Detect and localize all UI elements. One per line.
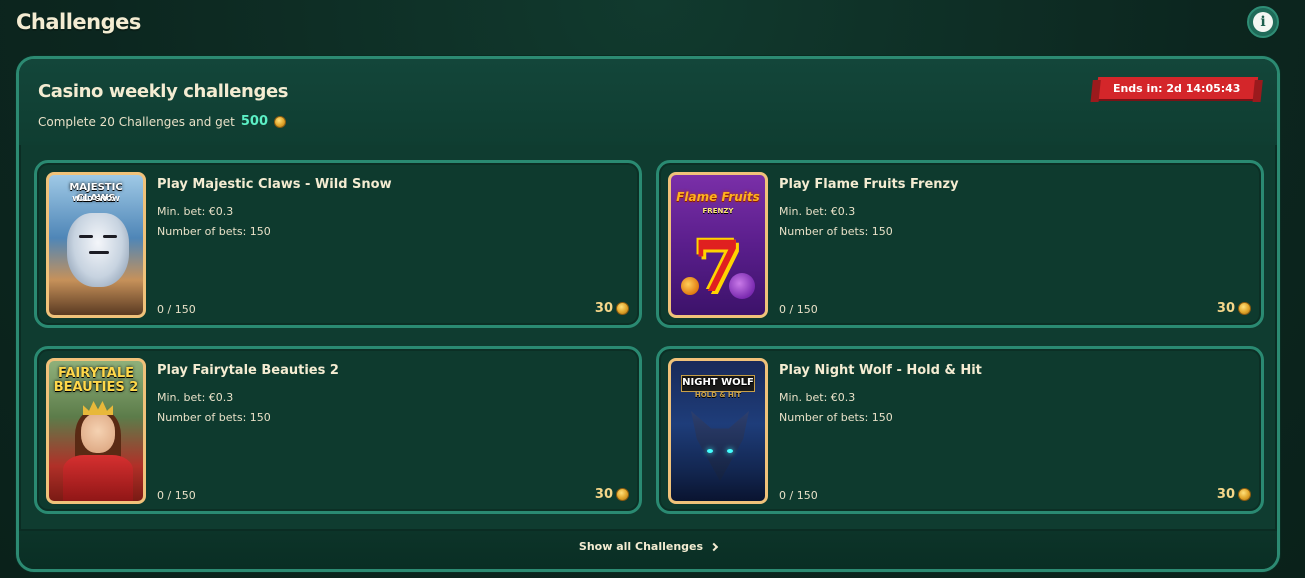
game-logo-text: NIGHT WOLF (681, 375, 755, 392)
challenge-min-bet: Min. bet: €0.3 (779, 391, 856, 404)
queen-illustration (81, 413, 115, 453)
coin-icon (616, 302, 629, 315)
challenge-reward: 30 (595, 487, 629, 502)
challenge-bet-count: Number of bets: 150 (157, 411, 271, 424)
grapes-icon (729, 273, 755, 299)
game-thumbnail[interactable]: Flame Fruits FRENZY 7 (668, 172, 768, 318)
game-logo-subtext: WILD SNOW (72, 195, 120, 203)
challenge-reward: 30 (595, 301, 629, 316)
coin-icon (1238, 488, 1251, 501)
challenge-min-bet: Min. bet: €0.3 (157, 391, 234, 404)
challenge-title: Play Majestic Claws - Wild Snow (157, 177, 392, 192)
panel-subtitle: Complete 20 Challenges and get 500 (38, 114, 287, 129)
game-thumbnail[interactable]: NIGHT WOLF HOLD & HIT (668, 358, 768, 504)
game-logo-subtext: HOLD & HIT (694, 391, 742, 399)
challenge-progress: 0 / 150 (779, 303, 818, 316)
challenge-bet-count: Number of bets: 150 (779, 411, 893, 424)
tiger-illustration (67, 213, 129, 287)
challenge-bet-count: Number of bets: 150 (157, 225, 271, 238)
chevron-right-icon (709, 542, 719, 551)
challenge-title: Play Fairytale Beauties 2 (157, 363, 339, 378)
coin-icon (274, 115, 287, 128)
challenge-progress: 0 / 150 (157, 489, 196, 502)
panel-footer: Show all Challenges (19, 529, 1277, 569)
page-title: Challenges (16, 10, 141, 34)
tiger-stripe (89, 251, 109, 254)
queen-dress (63, 455, 133, 501)
challenge-progress: 0 / 150 (779, 489, 818, 502)
challenge-reward-amount: 30 (1216, 301, 1235, 316)
challenge-card[interactable]: Flame Fruits FRENZY 7 Play Flame Fruits … (656, 160, 1264, 328)
weekly-challenges-panel: Casino weekly challenges Complete 20 Cha… (16, 56, 1280, 572)
challenge-title: Play Flame Fruits Frenzy (779, 177, 959, 192)
panel-subtitle-text: Complete 20 Challenges and get (38, 114, 235, 129)
game-logo-text: Flame Fruits (676, 190, 760, 204)
challenge-progress: 0 / 150 (157, 303, 196, 316)
crown-icon (83, 401, 113, 415)
show-all-label: Show all Challenges (578, 540, 704, 553)
info-button[interactable]: i (1247, 6, 1279, 38)
challenge-min-bet: Min. bet: €0.3 (779, 205, 856, 218)
wolf-illustration (691, 411, 749, 481)
game-logo-subtext: FRENZY (702, 207, 734, 215)
panel-header: Casino weekly challenges Complete 20 Cha… (19, 59, 1277, 145)
challenge-reward-amount: 30 (594, 301, 613, 316)
coin-icon (616, 488, 629, 501)
challenge-min-bet: Min. bet: €0.3 (157, 205, 234, 218)
challenge-reward-amount: 30 (1216, 487, 1235, 502)
game-logo-text: FAIRYTALE BEAUTIES 2 (53, 366, 139, 395)
challenge-card[interactable]: FAIRYTALE BEAUTIES 2 Play Fairytale Beau… (34, 346, 642, 514)
challenge-card[interactable]: MAJESTIC CLAWS WILD SNOW Play Majestic C… (34, 160, 642, 328)
orange-icon (681, 277, 699, 295)
info-icon: i (1253, 12, 1273, 32)
game-thumbnail[interactable]: MAJESTIC CLAWS WILD SNOW (46, 172, 146, 318)
challenge-card[interactable]: NIGHT WOLF HOLD & HIT Play Night Wolf - … (656, 346, 1264, 514)
challenge-bet-count: Number of bets: 150 (779, 225, 893, 238)
wolf-eye (727, 449, 733, 453)
panel-title: Casino weekly challenges (38, 81, 289, 102)
challenge-reward: 30 (1217, 301, 1251, 316)
wolf-eye (707, 449, 713, 453)
timer-text: Ends in: 2d 14:05:43 (1113, 81, 1241, 95)
challenge-reward: 30 (1217, 487, 1251, 502)
show-all-challenges-link[interactable]: Show all Challenges (578, 540, 719, 553)
game-thumbnail[interactable]: FAIRYTALE BEAUTIES 2 (46, 358, 146, 504)
tiger-stripe (79, 235, 93, 238)
tiger-stripe (103, 235, 117, 238)
challenge-reward-amount: 30 (594, 487, 613, 502)
challenge-title: Play Night Wolf - Hold & Hit (779, 363, 982, 378)
timer-badge: Ends in: 2d 14:05:43 (1096, 77, 1259, 99)
total-reward-amount: 500 (240, 114, 269, 129)
coin-icon (1238, 302, 1251, 315)
